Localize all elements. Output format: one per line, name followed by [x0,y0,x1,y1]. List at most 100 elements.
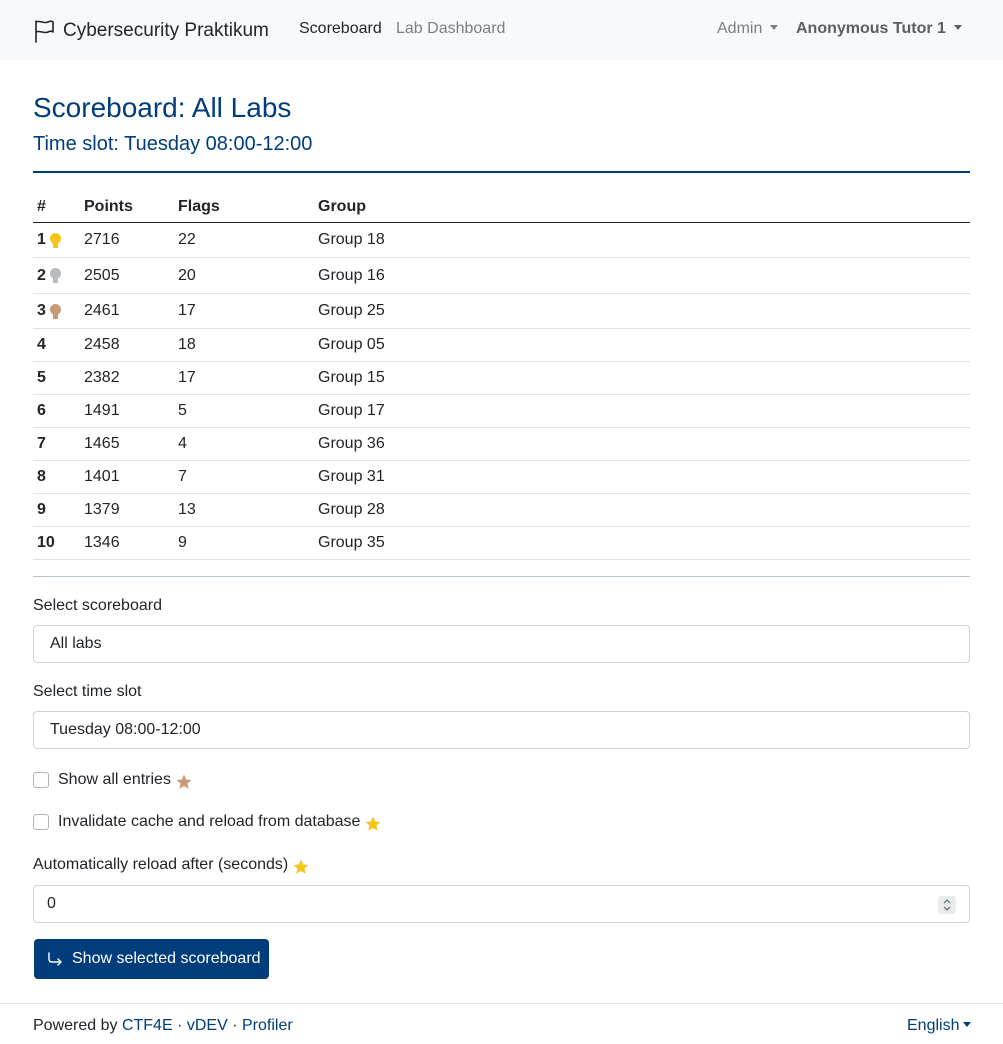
top-navbar: Cybersecurity Praktikum Scoreboard Lab D… [0,0,1003,60]
table-row: 4 2458 18 Group 05 [33,329,970,362]
flags-cell: 7 [178,468,187,485]
language-menu[interactable]: English [907,1017,972,1035]
profiler-link[interactable]: Profiler [242,1017,293,1034]
select-time-slot-label: Select time slot [33,683,142,700]
show-all-entries-label: Show all entries [58,771,171,788]
page-title: Scoreboard: All Labs [33,92,292,123]
powered-by-text: Powered by [33,1017,118,1034]
gold-star-icon [365,816,381,831]
rank-cell: 10 [37,534,55,552]
group-cell: Group 16 [318,266,385,284]
points-cell: 2458 [84,336,120,353]
chevron-down-icon [953,25,962,30]
rank-value: 1 [37,231,46,248]
flags-cell: 17 [178,302,196,319]
brand-title: Cybersecurity Praktikum [63,20,269,41]
footer-separator: · [232,1017,238,1034]
flags-cell: 17 [178,369,196,386]
version-link[interactable]: vDEV [187,1017,228,1034]
rank-cell: 9 [37,501,46,519]
chevron-down-icon [770,25,779,30]
scoreboard-table: # Points Flags Group 1 2716 22 Group 18 2 250… [33,190,970,560]
user-menu[interactable]: Anonymous Tutor 1 [796,20,962,38]
points-cell: 1465 [84,435,120,452]
rank-value: 9 [37,501,46,518]
chevron-down-icon [963,1022,972,1027]
flags-cell: 20 [178,266,196,284]
auto-reload-seconds-value: 0 [47,895,56,912]
table-row: 9 1379 13 Group 28 [33,494,970,527]
rank-cell: 1 [37,231,61,249]
language-label: English [907,1017,960,1034]
footer-separator: · [177,1017,183,1034]
gold-medal-icon [49,232,61,248]
auto-reload-label-text: Automatically reload after (seconds) [33,856,289,873]
points-cell: 1379 [84,501,120,518]
table-row: 6 1491 5 Group 17 [33,395,970,428]
group-cell: Group 28 [318,501,385,518]
rank-value: 4 [37,336,46,353]
table-row: 7 1465 4 Group 36 [33,428,970,461]
show-all-entries-checkbox[interactable] [33,772,49,788]
rank-value: 6 [37,402,46,419]
select-scoreboard-label: Select scoreboard [33,597,162,614]
scoreboard-select[interactable]: All labs [33,625,970,663]
points-cell: 2505 [84,266,120,284]
time-slot-select[interactable]: Tuesday 08:00-12:00 [33,711,970,749]
bronze-medal-icon [49,303,61,319]
table-bottom-divider [33,576,970,577]
title-divider [33,171,970,173]
footer-credits: Powered by CTF4E · vDEV · Profiler [33,1017,293,1035]
nav-lab-dashboard[interactable]: Lab Dashboard [396,20,505,38]
footer-divider [0,1003,1003,1004]
invalidate-cache-label: Invalidate cache and reload from databas… [58,813,361,830]
rank-cell: 7 [37,435,46,453]
table-row: 8 1401 7 Group 31 [33,461,970,494]
auto-reload-seconds-input[interactable]: 0 [33,885,970,923]
show-selected-scoreboard-button[interactable]: Show selected scoreboard [34,939,269,979]
time-slot-subtitle: Time slot: Tuesday 08:00-12:00 [33,133,313,155]
rank-cell: 3 [37,302,61,320]
rank-cell: 8 [37,468,46,486]
nav-scoreboard[interactable]: Scoreboard [299,20,382,38]
points-cell: 2382 [84,369,120,386]
flags-cell: 5 [178,402,187,419]
brand-link[interactable]: Cybersecurity Praktikum [33,18,269,44]
admin-menu[interactable]: Admin [717,20,779,38]
points-cell: 1491 [84,402,120,419]
flags-cell: 22 [178,231,196,248]
rank-value: 7 [37,435,46,452]
table-row: 5 2382 17 Group 15 [33,362,970,395]
user-menu-label: Anonymous Tutor 1 [796,20,946,37]
table-body: 1 2716 22 Group 18 2 2505 20 Group 16 3 2461 17 Gro… [33,223,970,560]
column-header-group: Group [318,198,366,215]
group-cell: Group 15 [318,369,385,386]
arrow-return-right-icon [48,952,62,966]
flags-cell: 13 [178,501,196,518]
group-cell: Group 17 [318,402,385,419]
table-row: 3 2461 17 Group 25 [33,294,970,329]
invalidate-cache-checkbox[interactable] [33,814,49,830]
group-cell: Group 25 [318,302,385,319]
rank-cell: 2 [37,267,61,285]
flags-cell: 4 [178,435,187,452]
bronze-star-icon [176,774,192,789]
points-cell: 1401 [84,468,120,485]
rank-value: 5 [37,369,46,386]
invalidate-cache-option[interactable]: Invalidate cache and reload from databas… [33,811,382,833]
flags-cell: 9 [178,534,187,551]
column-header-flags: Flags [178,198,220,215]
column-header-points: Points [84,198,133,215]
admin-menu-label: Admin [717,20,763,37]
ctf4e-link[interactable]: CTF4E [122,1017,173,1034]
rank-value: 10 [37,534,55,551]
show-all-entries-option[interactable]: Show all entries [33,769,193,791]
silver-medal-icon [49,268,61,283]
group-cell: Group 18 [318,231,385,248]
rank-value: 3 [37,302,46,319]
stepper-arrows-icon [943,899,951,911]
number-stepper[interactable] [938,896,956,914]
rank-cell: 6 [37,402,46,420]
group-cell: Group 35 [318,534,385,551]
rank-cell: 5 [37,369,46,387]
